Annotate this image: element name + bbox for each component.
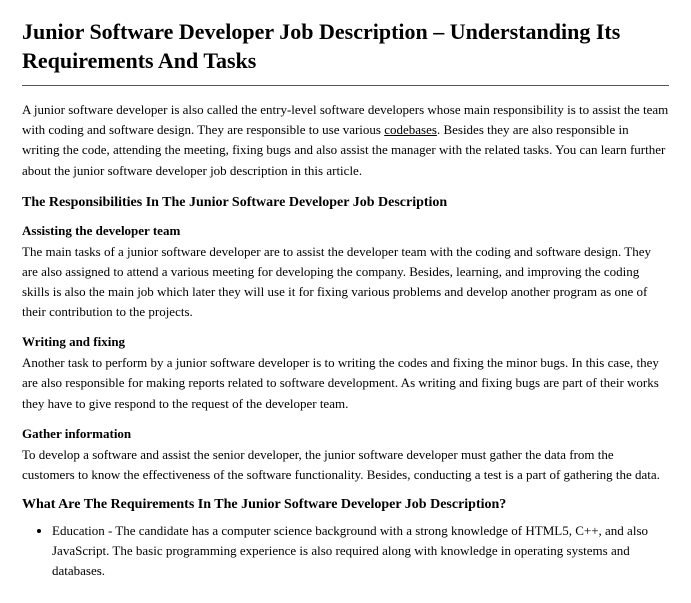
codebases-underline: codebases xyxy=(384,122,437,137)
section2-heading: What Are The Requirements In The Junior … xyxy=(22,497,669,513)
list-item: Education - The candidate has a computer… xyxy=(52,521,669,581)
requirements-list: Education - The candidate has a computer… xyxy=(22,521,669,581)
section1-heading: The Responsibilities In The Junior Softw… xyxy=(22,195,669,211)
intro-paragraph: A junior software developer is also call… xyxy=(22,100,669,181)
sub3-text: To develop a software and assist the sen… xyxy=(22,445,669,485)
page-title: Junior Software Developer Job Descriptio… xyxy=(22,18,669,75)
sub2-text: Another task to perform by a junior soft… xyxy=(22,353,669,413)
sub3-heading: Gather information xyxy=(22,426,669,442)
sub1-heading: Assisting the developer team xyxy=(22,223,669,239)
sub2-heading: Writing and fixing xyxy=(22,334,669,350)
title-divider xyxy=(22,85,669,86)
sub1-text: The main tasks of a junior software deve… xyxy=(22,242,669,323)
